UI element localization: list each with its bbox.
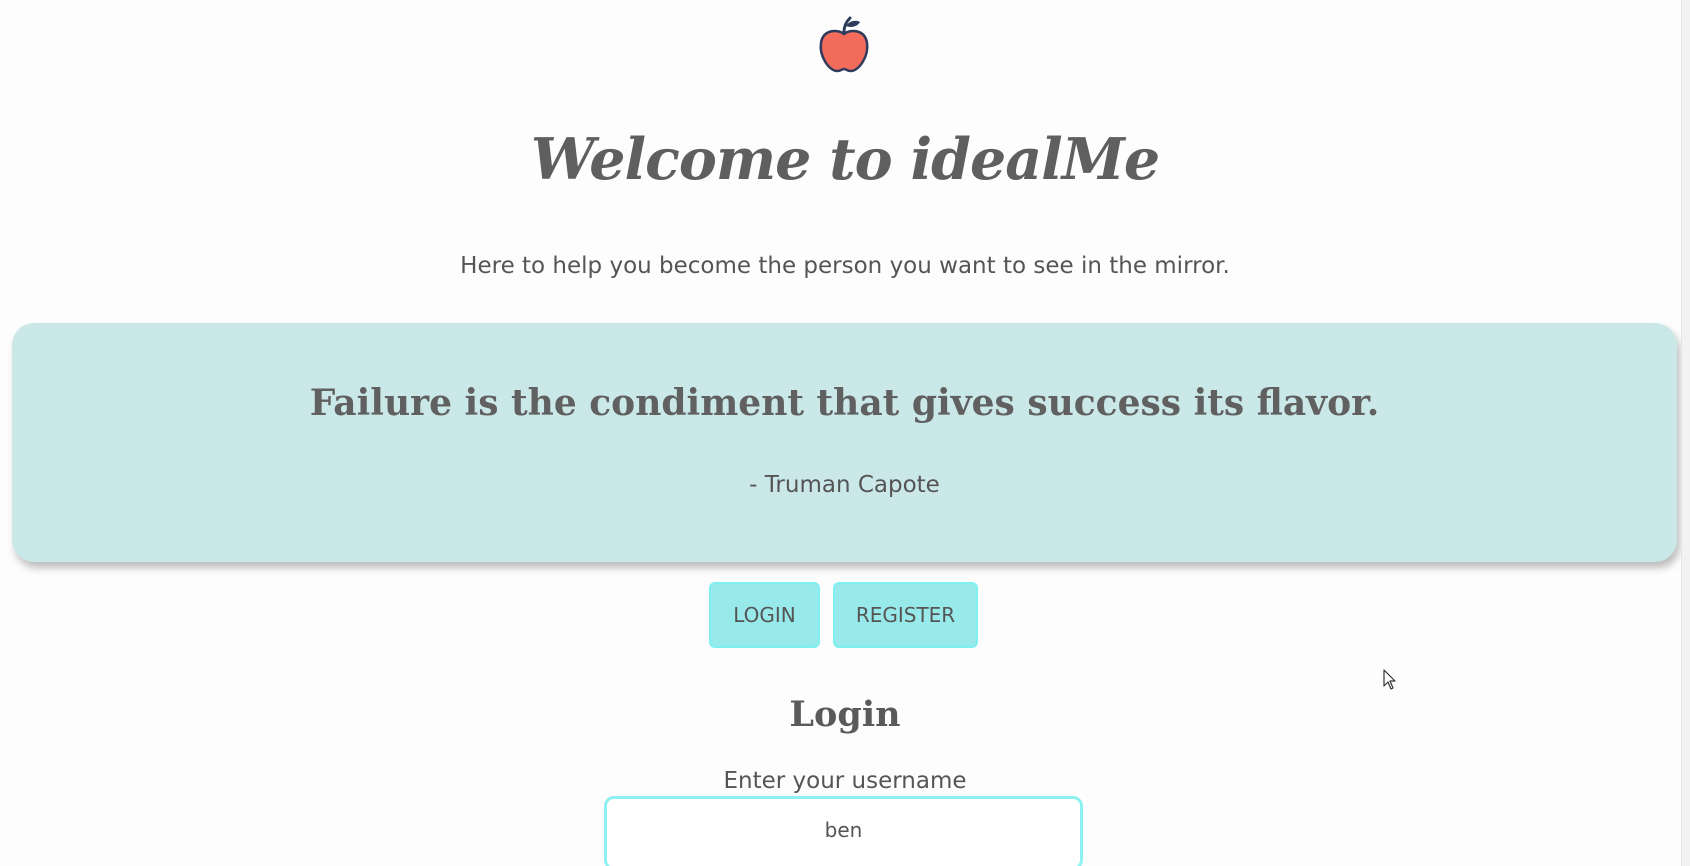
quote-author: - Truman Capote xyxy=(749,472,940,498)
username-input[interactable] xyxy=(604,796,1083,866)
register-button[interactable]: REGISTER xyxy=(833,582,978,648)
mouse-cursor-icon xyxy=(1383,669,1396,690)
page: Welcome to idealMe Here to help you beco… xyxy=(0,0,1690,866)
login-heading: Login xyxy=(789,694,901,735)
quote-text: Failure is the condiment that gives succ… xyxy=(309,382,1380,424)
apple-icon xyxy=(819,16,869,73)
tagline: Here to help you become the person you w… xyxy=(460,253,1230,279)
quote-card: Failure is the condiment that gives succ… xyxy=(12,323,1677,562)
page-title: Welcome to idealMe xyxy=(530,126,1160,193)
page-scrollbar[interactable] xyxy=(1681,0,1690,866)
username-label: Enter your username xyxy=(723,768,967,794)
login-button[interactable]: LOGIN xyxy=(709,582,820,648)
